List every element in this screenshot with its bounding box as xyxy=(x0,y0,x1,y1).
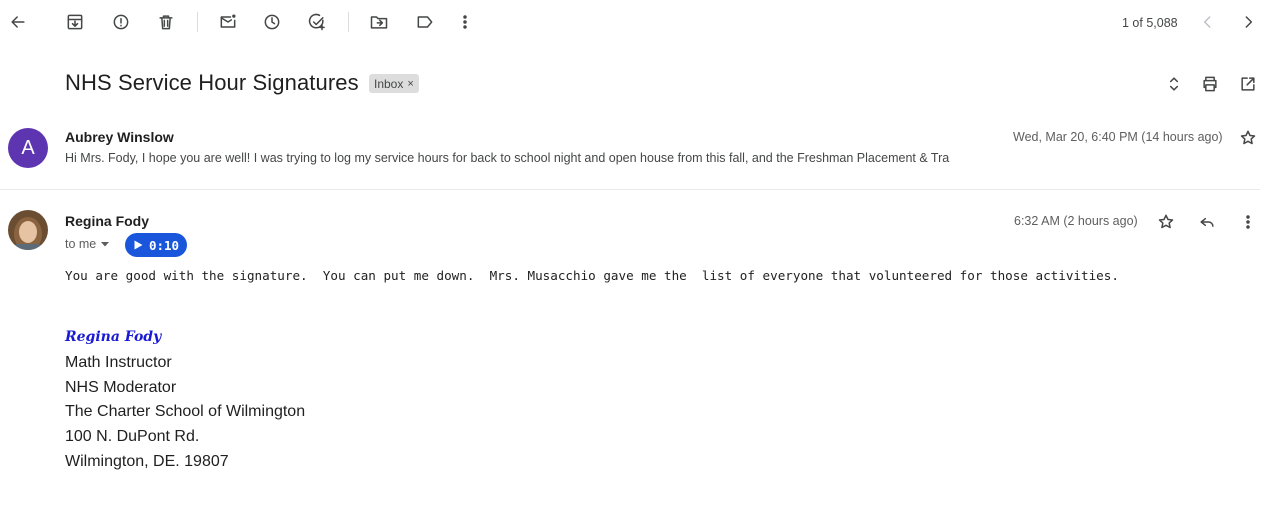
back-button[interactable] xyxy=(2,6,34,38)
remove-label-button[interactable]: × xyxy=(407,78,413,90)
more-vert-icon xyxy=(463,15,467,29)
toolbar-separator xyxy=(348,12,349,32)
label-text: Inbox xyxy=(374,76,404,91)
trash-icon xyxy=(159,15,173,30)
more-options-button[interactable] xyxy=(449,6,481,38)
message-snippet[interactable]: Hi Mrs. Fody, I hope you are well! I was… xyxy=(65,151,949,165)
message-divider xyxy=(0,189,1260,190)
older-button[interactable] xyxy=(1232,6,1264,38)
signature-line: Wilmington, DE. 19807 xyxy=(65,453,229,470)
label-icon xyxy=(417,16,433,28)
signature-line: NHS Moderator xyxy=(65,379,177,396)
chevron-left-icon xyxy=(1203,16,1211,28)
inbox-label-chip[interactable]: Inbox × xyxy=(369,74,419,93)
report-spam-icon xyxy=(113,14,129,30)
arrow-left-icon xyxy=(11,16,25,28)
report-spam-button[interactable] xyxy=(105,6,137,38)
archive-icon xyxy=(67,14,83,30)
message-date: Wed, Mar 20, 6:40 PM (14 hours ago) xyxy=(1013,130,1223,144)
mark-unread-button[interactable] xyxy=(212,6,244,38)
move-folder-icon xyxy=(370,16,388,29)
chevron-right-icon xyxy=(1245,16,1253,28)
signature-line: Math Instructor xyxy=(65,354,172,371)
signature-line: 100 N. DuPont Rd. xyxy=(65,428,200,445)
clock-icon xyxy=(264,14,280,30)
signature-line: The Charter School of Wilmington xyxy=(65,403,306,420)
caret-down-icon xyxy=(101,242,110,247)
audio-duration: 0:10 xyxy=(148,237,180,253)
add-task-icon xyxy=(308,13,325,31)
recipient-label: to me xyxy=(65,237,97,251)
star-icon xyxy=(1240,130,1256,145)
star-button[interactable] xyxy=(1150,206,1182,238)
message-date: 6:32 AM (2 hours ago) xyxy=(1014,214,1138,228)
message-more-button[interactable] xyxy=(1232,206,1264,238)
open-in-new-icon xyxy=(1241,77,1255,91)
open-new-window-button[interactable] xyxy=(1232,68,1264,100)
unfold-icon xyxy=(1169,77,1179,91)
profile-photo xyxy=(8,210,48,250)
newer-button[interactable] xyxy=(1192,6,1224,38)
snooze-button[interactable] xyxy=(256,6,288,38)
archive-button[interactable] xyxy=(59,6,91,38)
labels-button[interactable] xyxy=(409,6,441,38)
more-vert-icon xyxy=(1246,215,1250,229)
star-button[interactable] xyxy=(1232,122,1264,154)
avatar[interactable]: A xyxy=(8,128,48,168)
mark-unread-icon xyxy=(220,14,236,28)
audio-play-button[interactable]: 0:10 xyxy=(125,233,187,257)
reply-icon xyxy=(1200,217,1214,227)
expand-all-button[interactable] xyxy=(1158,68,1190,100)
play-icon xyxy=(134,240,143,250)
thread-subject: NHS Service Hour Signatures xyxy=(65,70,359,95)
star-icon xyxy=(1158,214,1174,229)
recipient-details[interactable]: to me xyxy=(65,237,110,251)
print-icon xyxy=(1203,76,1217,92)
signature-name: Regina Fody xyxy=(65,329,162,345)
reply-button[interactable] xyxy=(1191,206,1223,238)
add-to-tasks-button[interactable] xyxy=(301,6,333,38)
message-body: You are good with the signature. You can… xyxy=(65,268,1119,283)
sender-name[interactable]: Regina Fody xyxy=(65,213,149,229)
message-counter: 1 of 5,088 xyxy=(1122,16,1178,30)
toolbar-separator xyxy=(197,12,198,32)
print-button[interactable] xyxy=(1194,68,1226,100)
sender-name[interactable]: Aubrey Winslow xyxy=(65,129,174,145)
move-to-button[interactable] xyxy=(363,6,395,38)
avatar[interactable] xyxy=(8,210,48,250)
delete-button[interactable] xyxy=(150,6,182,38)
